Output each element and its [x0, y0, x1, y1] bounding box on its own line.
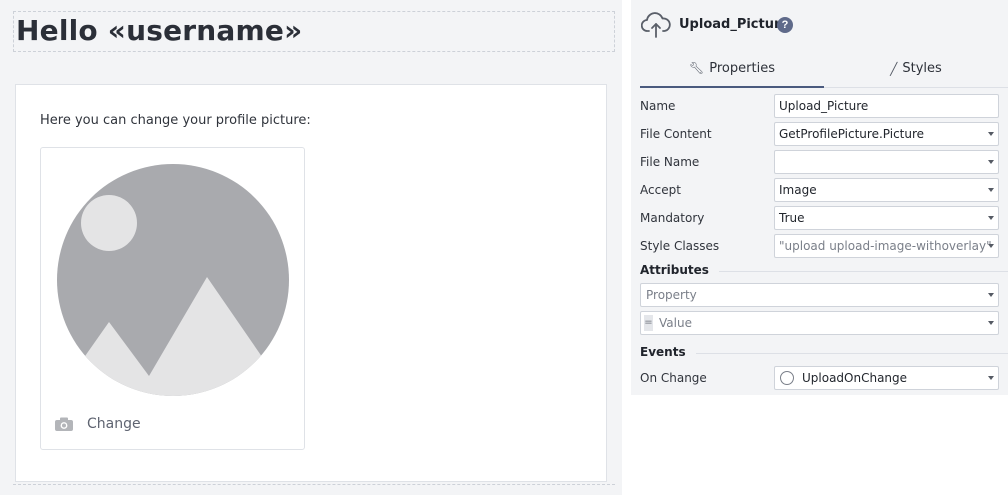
chevron-down-icon: [988, 216, 994, 220]
prop-label-mandatory: Mandatory: [640, 211, 705, 225]
equals-icon: =: [644, 315, 653, 331]
title-container[interactable]: Hello «username»: [13, 11, 615, 52]
tab-properties-label: Properties: [709, 60, 775, 76]
prop-label-file-name: File Name: [640, 155, 700, 169]
file-content-value: GetProfilePicture.Picture: [779, 127, 925, 141]
prop-row-on-change: On Change UploadOnChange: [640, 364, 1008, 392]
file-content-select[interactable]: GetProfilePicture.Picture: [774, 122, 999, 146]
canvas-divider: [13, 484, 615, 485]
file-name-select[interactable]: [774, 150, 999, 174]
prop-label-on-change: On Change: [640, 371, 707, 385]
chevron-down-icon: [988, 293, 994, 297]
attribute-property-placeholder: Property: [646, 288, 697, 302]
prop-row-accept: Accept Image: [640, 176, 1008, 204]
change-label[interactable]: Change: [87, 416, 141, 432]
tab-styles-label: Styles: [902, 61, 942, 76]
tab-properties[interactable]: 🔧︎ Properties: [640, 50, 824, 88]
image-placeholder-icon: [57, 164, 289, 396]
chevron-down-icon: [988, 321, 994, 325]
tab-styles[interactable]: ╱ Styles: [824, 50, 1008, 87]
accept-select[interactable]: Image: [774, 178, 999, 202]
chevron-down-icon: [988, 132, 994, 136]
profile-description[interactable]: Here you can change your profile picture…: [40, 113, 311, 128]
prop-row-file-name: File Name: [640, 148, 1008, 176]
properties-panel: Upload_Picture ? 🔧︎ Properties ╱ Styles …: [631, 0, 1008, 395]
attribute-value-placeholder: Value: [659, 316, 692, 330]
accept-value: Image: [779, 183, 817, 197]
change-picture-action[interactable]: Change: [55, 414, 141, 434]
prop-label-file-content: File Content: [640, 127, 712, 141]
prop-label-accept: Accept: [640, 183, 681, 197]
prop-row-file-content: File Content GetProfilePicture.Picture: [640, 120, 1008, 148]
attribute-property-select[interactable]: Property: [640, 283, 999, 307]
panel-tabs: 🔧︎ Properties ╱ Styles: [640, 50, 1008, 88]
mandatory-value: True: [779, 211, 805, 225]
chevron-down-icon: [988, 244, 994, 248]
radio-circle-icon: [780, 371, 794, 385]
events-heading: Events: [640, 345, 696, 359]
style-classes-select[interactable]: "upload upload-image-withoverlay": [774, 234, 999, 258]
chevron-down-icon: [988, 376, 994, 380]
design-canvas: Hello «username» Here you can change you…: [0, 0, 622, 495]
chevron-down-icon: [988, 160, 994, 164]
panel-header: Upload_Picture ?: [631, 0, 1008, 50]
cloud-upload-icon: [641, 12, 671, 38]
widget-name-title: Upload_Picture: [679, 17, 790, 32]
events-section: Events: [640, 345, 1008, 363]
attributes-section: Attributes: [640, 263, 1008, 281]
wrench-icon: 🔧︎: [689, 61, 705, 75]
name-field[interactable]: Upload_Picture: [774, 94, 999, 118]
on-change-value: UploadOnChange: [802, 371, 908, 385]
prop-label-name: Name: [640, 99, 676, 113]
camera-icon: [55, 417, 73, 431]
prop-row-mandatory: Mandatory True: [640, 204, 1008, 232]
profile-card[interactable]: Here you can change your profile picture…: [15, 84, 607, 482]
style-classes-value: "upload upload-image-withoverlay": [779, 239, 992, 253]
prop-row-style-classes: Style Classes "upload upload-image-witho…: [640, 232, 1008, 260]
on-change-select[interactable]: UploadOnChange: [774, 366, 999, 390]
attribute-value-select[interactable]: = Value: [640, 311, 999, 335]
upload-picture-widget[interactable]: Change: [40, 147, 305, 450]
chevron-down-icon: [988, 188, 994, 192]
prop-label-style-classes: Style Classes: [640, 239, 720, 253]
attributes-heading: Attributes: [640, 263, 719, 277]
prop-row-name: Name Upload_Picture: [640, 92, 1008, 120]
help-icon[interactable]: ?: [777, 17, 793, 33]
mandatory-select[interactable]: True: [774, 206, 999, 230]
page-title[interactable]: Hello «username»: [16, 14, 302, 47]
brush-icon: ╱: [890, 61, 898, 76]
